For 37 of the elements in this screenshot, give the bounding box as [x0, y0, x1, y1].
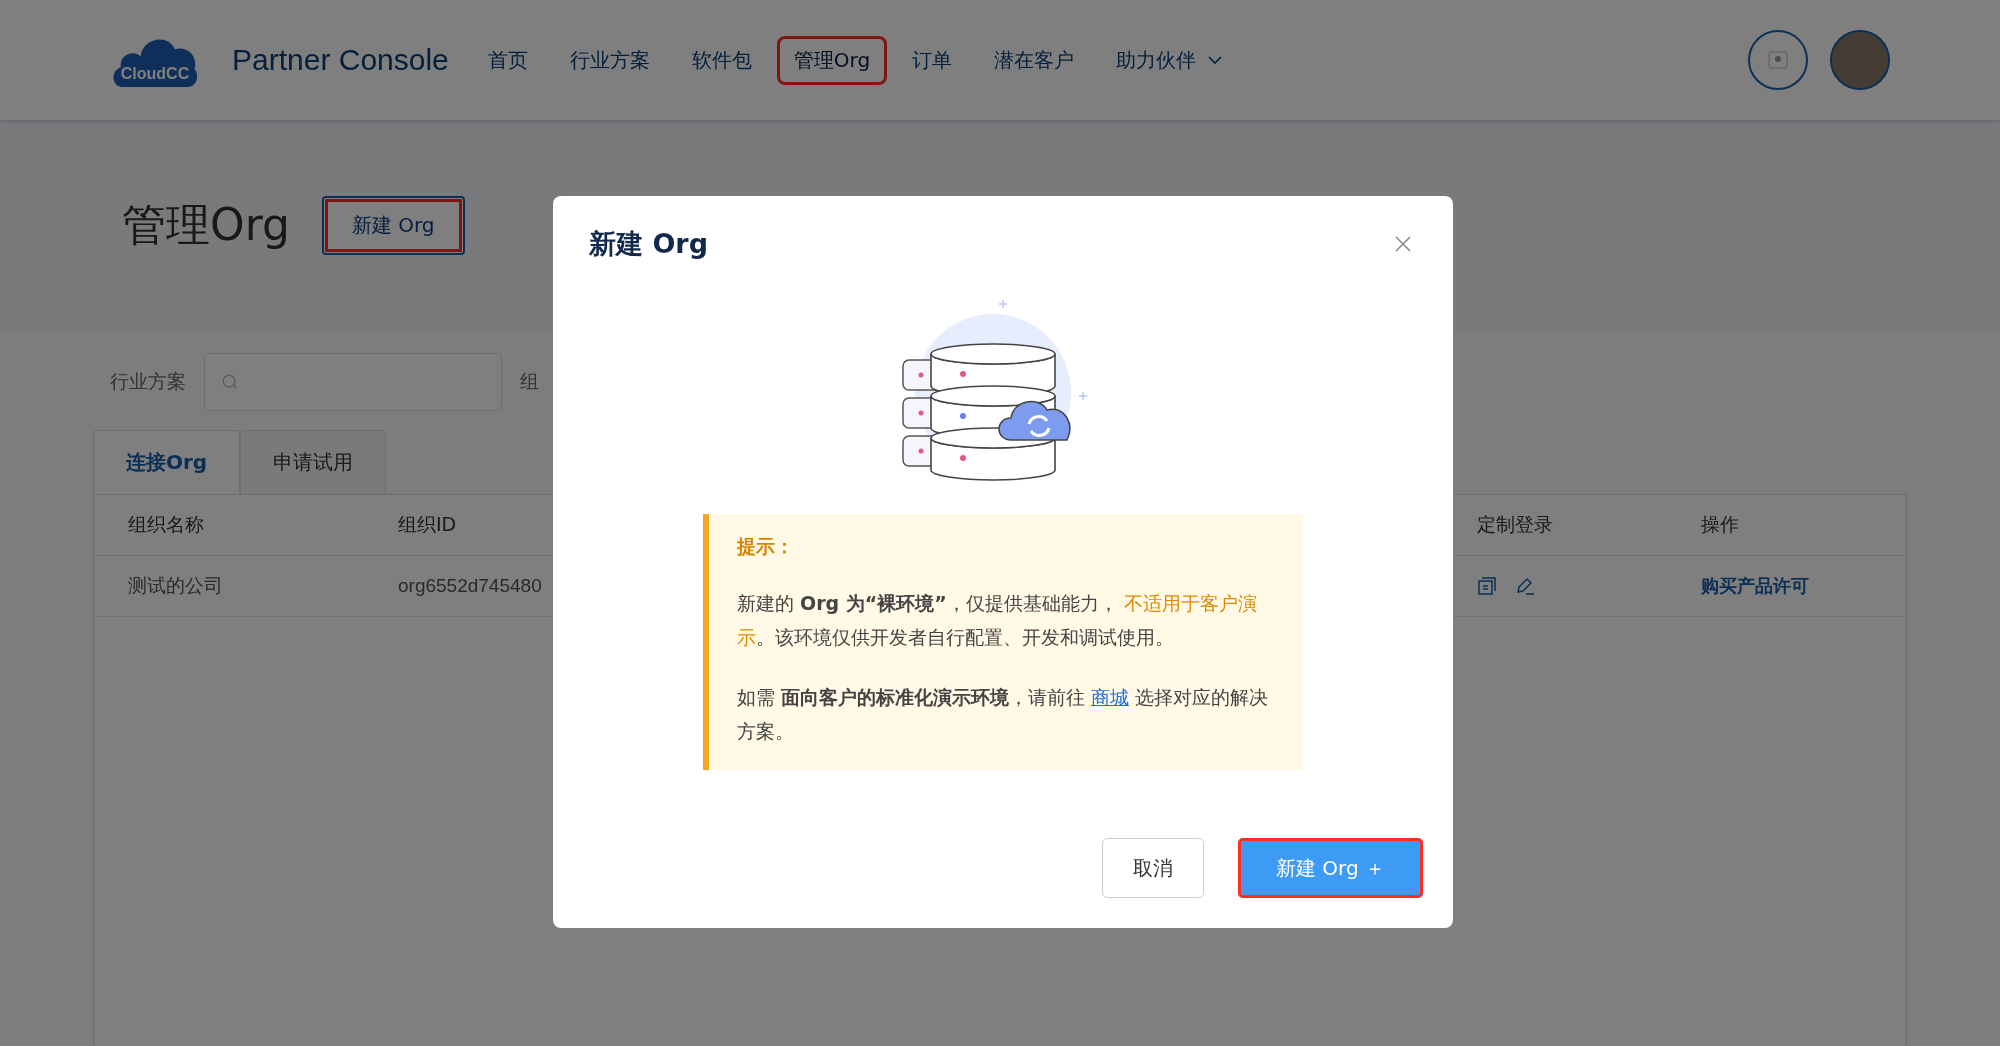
page-title: 管理Org [122, 197, 290, 252]
app-title: Partner Console [232, 43, 449, 77]
close-icon[interactable] [1395, 236, 1411, 252]
nav-item[interactable]: 软件包 [674, 35, 769, 85]
search-field[interactable] [204, 353, 502, 411]
picture-icon [1768, 51, 1788, 69]
store-link[interactable]: 商城 [1091, 686, 1130, 708]
column-header: 操作 [1701, 512, 1739, 537]
nav-item[interactable]: 订单 [895, 35, 970, 85]
dialog-title: 新建 Org [589, 227, 708, 261]
copy-icon[interactable] [1477, 576, 1497, 596]
tab[interactable]: 连接Org [93, 430, 241, 494]
cancel-button[interactable]: 取消 [1101, 838, 1204, 898]
logo[interactable]: CloudCC [110, 31, 200, 89]
avatar[interactable] [1830, 30, 1890, 90]
nav-item[interactable]: 管理Org [776, 35, 888, 85]
buy-license-link[interactable]: 购买产品许可 [1701, 574, 1809, 598]
tip-paragraph: 新建的 Org 为“裸环境”，仅提供基础能力， 不适用于客户演示。该环境仅供开发者自行配置、开发和调试使用。 [737, 591, 1258, 650]
search-icon [221, 373, 239, 391]
table-cell-text: 测试的公司 [128, 574, 223, 598]
nav-item[interactable]: 潜在客户 [977, 35, 1092, 85]
table-cell: org6552d745480 [398, 575, 542, 597]
notice-button[interactable] [1748, 30, 1808, 90]
create-button[interactable]: 新建 Org ＋ [1237, 838, 1423, 898]
column-header: 定制登录 [1477, 512, 1553, 537]
tab[interactable]: 申请试用 [240, 430, 387, 494]
tip-paragraph: 如需 面向客户的标准化演示环境，请前往 商城 选择对应的解决方案。 [737, 685, 1270, 744]
tip-heading: 提示： [737, 534, 795, 559]
column-header: 组织ID [398, 512, 457, 537]
edit-icon[interactable] [1515, 576, 1535, 596]
new-org-button[interactable]: 新建 Org [321, 195, 465, 255]
column-header: 组织名称 [128, 512, 204, 537]
nav-item[interactable]: 行业方案 [552, 35, 667, 85]
filter-label: 组 [520, 369, 539, 394]
nav-item[interactable]: 首页 [470, 35, 545, 85]
nav-item[interactable]: 助力伙伴 [1099, 35, 1240, 85]
filter-label: 行业方案 [110, 369, 186, 394]
